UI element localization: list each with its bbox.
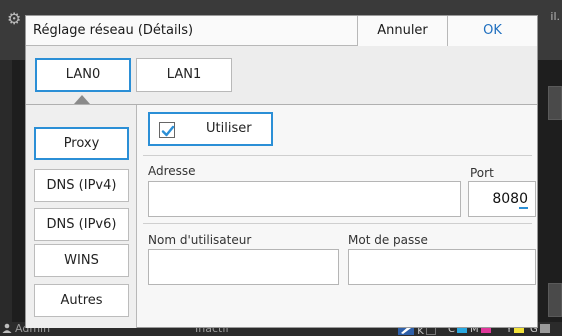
tab-lan0[interactable]: LAN0 [35, 58, 131, 92]
nav-item-autres[interactable]: Autres [34, 284, 129, 317]
nav-item-proxy[interactable]: Proxy [34, 127, 129, 160]
nav-item-dns-ipv6[interactable]: DNS (IPv6) [34, 208, 129, 241]
divider [143, 155, 532, 156]
nav-item-dns-ipv4[interactable]: DNS (IPv4) [34, 169, 129, 202]
proxy-settings: Utiliser Adresse Port 8080 Nom d'utilisa… [138, 105, 537, 328]
background-side-button [548, 283, 562, 317]
use-proxy-checkbox[interactable]: Utiliser [148, 112, 273, 146]
username-label: Nom d'utilisateur [148, 233, 252, 247]
username-input[interactable] [148, 249, 339, 285]
settings-panel: Proxy DNS (IPv4) DNS (IPv6) WINS Autres … [26, 104, 537, 328]
tab-pointer-icon [74, 95, 90, 104]
background-side-button [548, 86, 562, 120]
tab-lan1[interactable]: LAN1 [136, 58, 232, 92]
address-input[interactable] [148, 181, 461, 217]
cancel-button[interactable]: Annuler [357, 16, 447, 46]
dialog-header: Réglage réseau (Détails) Annuler OK [26, 16, 537, 46]
user-icon [2, 323, 12, 333]
background-header-text: il. [550, 10, 560, 23]
checkmark-icon [161, 125, 175, 137]
port-value: 8080 [492, 182, 528, 216]
password-input[interactable] [348, 249, 536, 285]
ok-button[interactable]: OK [447, 16, 537, 46]
category-nav: Proxy DNS (IPv4) DNS (IPv6) WINS Autres [26, 105, 137, 328]
port-input[interactable]: 8080 [468, 181, 536, 217]
ink-swatch-g [539, 324, 550, 333]
use-proxy-label: Utiliser [206, 121, 252, 136]
checkbox-box [159, 122, 175, 138]
address-label: Adresse [148, 164, 196, 178]
gear-icon: ⚙ [7, 9, 22, 28]
dialog-title: Réglage réseau (Détails) [33, 23, 194, 38]
port-value-main: 808 [492, 191, 520, 207]
divider [143, 223, 532, 224]
background-left-strip [0, 60, 12, 322]
nav-item-wins[interactable]: WINS [34, 244, 129, 277]
port-label: Port [470, 166, 494, 180]
password-label: Mot de passe [348, 233, 428, 247]
network-settings-dialog: Réglage réseau (Détails) Annuler OK LAN0… [25, 15, 538, 328]
port-value-cursor-digit: 0 [519, 191, 528, 209]
